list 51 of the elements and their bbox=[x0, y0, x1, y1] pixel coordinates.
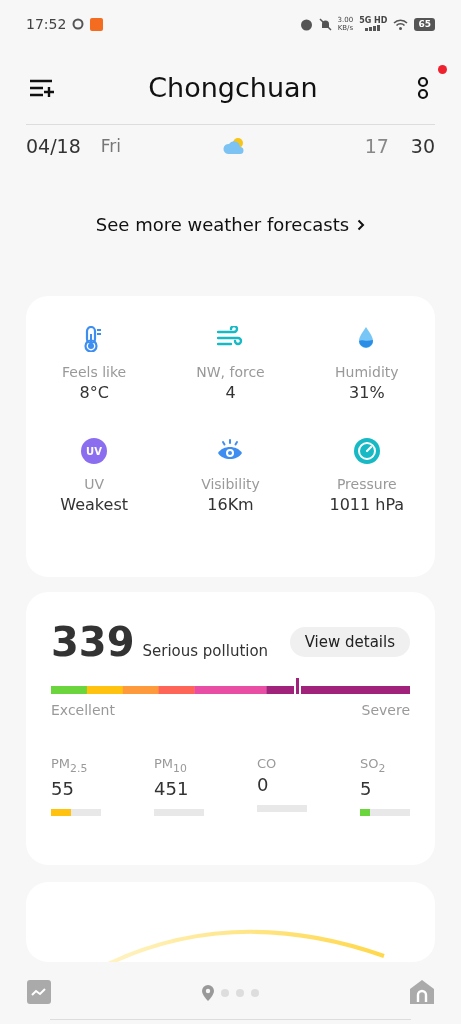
detail-value: 31% bbox=[349, 383, 385, 402]
scale-low-label: Excellent bbox=[51, 702, 115, 718]
detail-label: NW, force bbox=[196, 364, 265, 380]
app-icon bbox=[90, 17, 104, 31]
pollutant-label: PM$_{10}$ bbox=[154, 756, 188, 775]
page-dot[interactable] bbox=[236, 989, 244, 997]
signal-icon bbox=[365, 25, 382, 31]
pollutant-label: CO bbox=[257, 756, 278, 771]
page-dot[interactable] bbox=[251, 989, 259, 997]
detail-value: 4 bbox=[225, 383, 236, 402]
add-list-icon[interactable] bbox=[30, 78, 55, 97]
aqi-status: Serious pollution bbox=[142, 642, 270, 660]
uv-icon: UV bbox=[81, 438, 108, 464]
detail-label: Pressure bbox=[336, 476, 397, 492]
home-icon[interactable] bbox=[410, 980, 434, 1004]
clock-time: 17:52 bbox=[26, 16, 67, 32]
low-temp: 17 bbox=[364, 135, 389, 157]
location-pin-icon[interactable] bbox=[202, 985, 214, 1001]
pollutant-label: SO$_{2}$ bbox=[360, 756, 387, 775]
detail-value: 16Km bbox=[207, 495, 254, 514]
detail-value: Weakest bbox=[60, 495, 128, 514]
detail-label: Feels like bbox=[62, 364, 127, 380]
pollutant-bar bbox=[51, 808, 101, 816]
pollutant-bar bbox=[360, 808, 410, 816]
pollutant-value: 55 bbox=[51, 777, 75, 799]
detail-value: 1011 hPa bbox=[329, 495, 405, 514]
date-text: 04/18 bbox=[26, 135, 81, 157]
detail-label: UV bbox=[84, 476, 105, 492]
high-temp: 30 bbox=[410, 135, 435, 157]
wifi-icon bbox=[393, 18, 409, 30]
detail-value: 8°C bbox=[79, 383, 109, 402]
weekday-text: Fri bbox=[100, 136, 122, 156]
scale-high-label: Severe bbox=[361, 702, 410, 718]
page-dot[interactable] bbox=[221, 989, 229, 997]
chevron-icon bbox=[357, 218, 366, 231]
detail-label: Visibility bbox=[201, 476, 260, 492]
city-title: Chongchuan bbox=[148, 72, 318, 103]
view-details-button[interactable]: View details bbox=[289, 627, 410, 657]
trend-chart-icon[interactable] bbox=[27, 980, 51, 1004]
more-icon[interactable] bbox=[417, 75, 429, 100]
pollutant-label: PM$_{2.5}$ bbox=[51, 756, 89, 775]
forecast-link[interactable]: See more weather forecasts bbox=[89, 213, 372, 236]
battery-level: 65 bbox=[414, 17, 435, 31]
pollutant-value: 0 bbox=[257, 774, 270, 795]
detail-label: Humidity bbox=[335, 364, 399, 380]
pollutant-value: 451 bbox=[154, 777, 190, 799]
network-label: 5G HD bbox=[359, 17, 388, 25]
gauge-icon bbox=[353, 438, 380, 464]
aqi-value: 339 bbox=[51, 622, 135, 662]
partly-cloudy-icon bbox=[221, 137, 246, 155]
pollutant-value: 5 bbox=[360, 777, 373, 799]
